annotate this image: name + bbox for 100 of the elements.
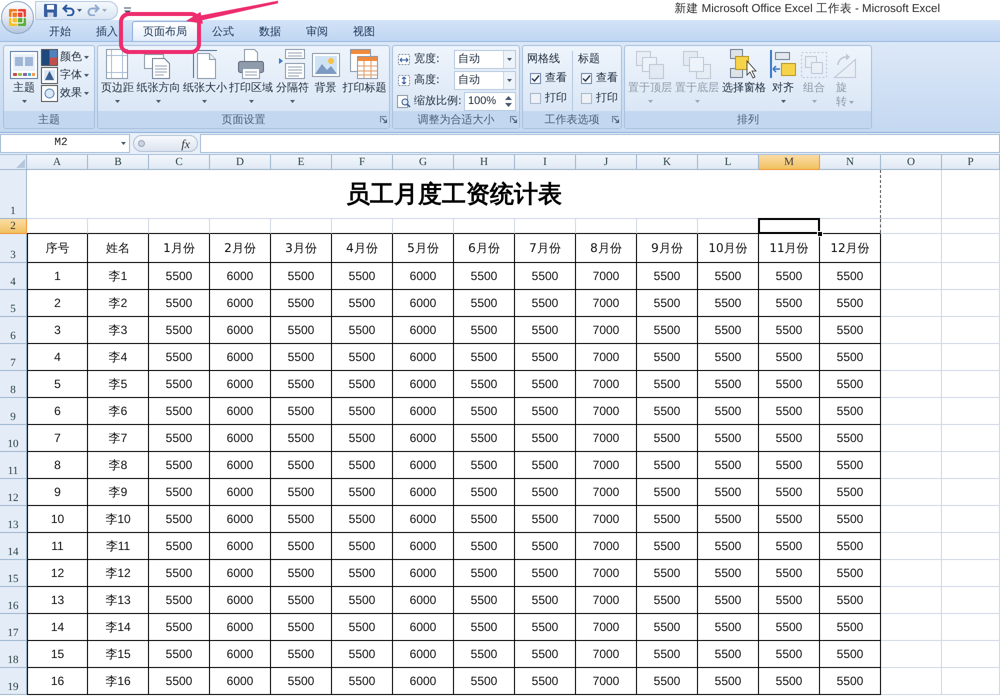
table-cell: 8	[27, 452, 88, 479]
empty-cell	[881, 263, 942, 290]
checkbox[interactable]	[581, 92, 592, 104]
table-cell: 15	[27, 641, 88, 668]
column-header[interactable]: B	[88, 155, 149, 170]
ribbon-tab[interactable]: 页面布局	[132, 21, 198, 41]
empty-cell	[942, 263, 1000, 290]
name-box[interactable]: M2	[0, 134, 130, 153]
dropdown-field[interactable]: 自动	[454, 71, 516, 90]
ribbon-small-button[interactable]: 颜色	[41, 48, 89, 66]
table-cell: 5500	[271, 641, 332, 668]
row-header[interactable]: 2	[0, 219, 27, 234]
row-header[interactable]: 13	[0, 506, 27, 533]
ribbon-tab[interactable]: 审阅	[295, 21, 339, 41]
column-header[interactable]: E	[271, 155, 332, 170]
column-header[interactable]: A	[27, 155, 88, 170]
row-header[interactable]: 1	[0, 170, 27, 219]
column-header[interactable]: L	[698, 155, 759, 170]
column-header[interactable]: G	[393, 155, 454, 170]
checkbox-label: 查看	[545, 70, 567, 86]
checkbox[interactable]	[530, 92, 541, 104]
column-header[interactable]: C	[149, 155, 210, 170]
table-cell: 5500	[820, 668, 881, 695]
caret-icon	[780, 100, 786, 103]
row-header[interactable]: 9	[0, 398, 27, 425]
column-header[interactable]: I	[515, 155, 576, 170]
spinner-field[interactable]: 100%	[464, 92, 516, 111]
table-cell: 5500	[698, 641, 759, 668]
table-cell: 5500	[149, 290, 210, 317]
row-header[interactable]: 7	[0, 344, 27, 371]
ribbon-tab[interactable]: 视图	[342, 21, 386, 41]
ribbon-tab[interactable]: 开始	[38, 21, 82, 41]
ribbon-button[interactable]: 打印标题	[342, 46, 387, 111]
page-margins-icon	[104, 49, 130, 79]
row-header[interactable]: 8	[0, 371, 27, 398]
ribbon-button[interactable]: 分隔符	[274, 46, 310, 111]
dropdown-field[interactable]: 自动	[454, 50, 516, 69]
row-header[interactable]: 14	[0, 533, 27, 560]
resize-handle-icon[interactable]	[138, 140, 145, 147]
table-cell: 5500	[759, 668, 820, 695]
ribbon-small-button[interactable]: 字体	[41, 66, 89, 84]
column-header[interactable]: M	[759, 155, 820, 170]
ribbon-button[interactable]: 对齐	[768, 46, 798, 111]
checkbox[interactable]	[581, 72, 592, 84]
ribbon-button[interactable]: 背景	[310, 46, 341, 111]
column-header[interactable]: N	[820, 155, 881, 170]
row-header[interactable]: 3	[0, 234, 27, 263]
rotate-icon	[831, 51, 859, 79]
row-header[interactable]: 15	[0, 560, 27, 587]
dialog-launcher-icon[interactable]	[380, 116, 386, 123]
row-header[interactable]: 12	[0, 479, 27, 506]
table-cell: 5500	[454, 371, 515, 398]
column-header[interactable]: K	[637, 155, 698, 170]
customize-caret-icon[interactable]	[124, 6, 131, 14]
ribbon-tab[interactable]: 数据	[248, 21, 292, 41]
table-cell: 5500	[759, 506, 820, 533]
column-header[interactable]: D	[210, 155, 271, 170]
row-header[interactable]: 17	[0, 614, 27, 641]
row-header[interactable]: 16	[0, 587, 27, 614]
fill-handle[interactable]	[817, 231, 823, 237]
ribbon-button[interactable]: 主题	[7, 48, 41, 111]
empty-cell	[881, 398, 942, 425]
empty-cell	[881, 668, 942, 695]
column-header[interactable]: P	[942, 155, 1000, 170]
ribbon-button[interactable]: 选择窗格	[721, 46, 767, 111]
ribbon-button[interactable]: 页边距	[100, 46, 135, 111]
table-cell: 5500	[637, 587, 698, 614]
row-header[interactable]: 19	[0, 668, 27, 695]
table-cell: 5500	[149, 317, 210, 344]
checkbox[interactable]	[530, 72, 541, 84]
ribbon-tab[interactable]: 插入	[85, 21, 129, 41]
formula-input[interactable]	[200, 134, 1000, 153]
group-label: 页面设置	[222, 114, 266, 125]
save-icon[interactable]	[44, 4, 57, 16]
column-header[interactable]: O	[881, 155, 942, 170]
dialog-launcher-icon[interactable]	[612, 116, 618, 123]
column-header[interactable]: J	[576, 155, 637, 170]
column-header[interactable]: F	[332, 155, 393, 170]
empty-cell	[942, 425, 1000, 452]
empty-cell	[881, 479, 942, 506]
row-header[interactable]: 11	[0, 452, 27, 479]
row-header[interactable]: 18	[0, 641, 27, 668]
ribbon-button[interactable]: 纸张方向	[136, 46, 182, 111]
row-header[interactable]: 4	[0, 263, 27, 290]
insert-function-button[interactable]: fx	[181, 138, 190, 150]
row-header[interactable]: 6	[0, 317, 27, 344]
row-header[interactable]: 5	[0, 290, 27, 317]
ribbon-tab[interactable]: 公式	[201, 21, 245, 41]
row-header[interactable]: 10	[0, 425, 27, 452]
undo-icon[interactable]	[62, 4, 75, 16]
ribbon-button[interactable]: 纸张大小	[182, 46, 228, 111]
dialog-launcher-icon[interactable]	[510, 116, 516, 123]
table-cell: 5500	[637, 371, 698, 398]
table-cell: 7000	[576, 371, 637, 398]
ribbon-button[interactable]: 打印区域	[228, 46, 274, 111]
page-break-icon	[278, 49, 306, 79]
table-cell: 5500	[698, 344, 759, 371]
table-cell: 李11	[88, 533, 149, 560]
column-header[interactable]: H	[454, 155, 515, 170]
ribbon-small-button[interactable]: 效果	[41, 84, 89, 102]
